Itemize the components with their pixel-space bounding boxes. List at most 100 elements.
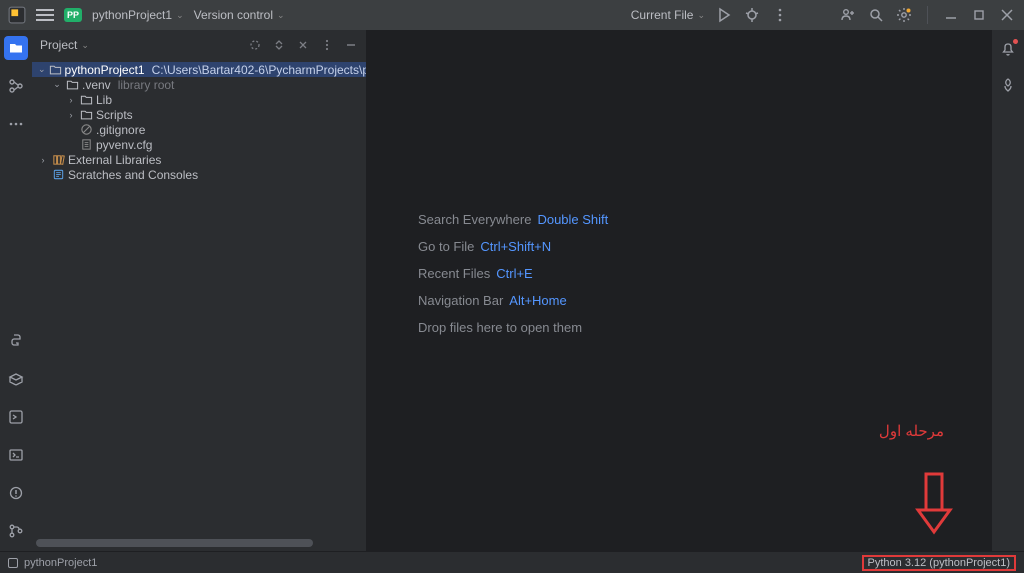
statusbar-project-label[interactable]: pythonProject1 xyxy=(24,557,97,569)
run-config-dropdown[interactable]: Current File ⌄ xyxy=(631,8,705,22)
notification-dot-icon xyxy=(1013,39,1018,44)
welcome-hint-row: Drop files here to open them xyxy=(418,314,608,341)
tree-item[interactable]: .gitignore xyxy=(32,122,366,137)
project-panel-title-label: Project xyxy=(40,38,77,52)
scratch-icon xyxy=(51,168,65,181)
notifications-button[interactable] xyxy=(997,38,1019,60)
right-tool-rail xyxy=(992,30,1024,551)
tree-item[interactable]: Scratches and Consoles xyxy=(32,167,366,182)
annotation-text: مرحله اول xyxy=(879,422,944,440)
project-tool-button[interactable] xyxy=(4,36,28,60)
file-ignore-icon xyxy=(79,123,93,136)
more-tools-button[interactable] xyxy=(4,112,28,136)
terminal-button[interactable] xyxy=(4,443,28,467)
file-lines-icon xyxy=(79,138,93,151)
titlebar: PP pythonProject1 ⌄ Version control ⌄ Cu… xyxy=(0,0,1024,30)
shortcut-label: Ctrl+E xyxy=(496,260,532,287)
code-with-me-button[interactable] xyxy=(839,6,857,24)
minimize-window-button[interactable] xyxy=(942,6,960,24)
version-control-dropdown[interactable]: Version control ⌄ xyxy=(194,8,285,22)
interpreter-label: Python 3.12 (pythonProject1) xyxy=(868,557,1010,569)
run-config-label: Current File xyxy=(631,8,694,22)
chevron-down-icon: ⌄ xyxy=(277,10,285,21)
services-button[interactable] xyxy=(4,405,28,429)
structure-tool-button[interactable] xyxy=(4,74,28,98)
tree-item-label: .venv xyxy=(82,78,111,92)
welcome-hint-label: Recent Files xyxy=(418,260,490,287)
project-badge-icon: PP xyxy=(64,8,82,22)
main-menu-button[interactable] xyxy=(36,6,54,24)
tree-item[interactable]: ⌄.venvlibrary root xyxy=(32,77,366,92)
tool-windows-quick-access-button[interactable] xyxy=(8,558,18,568)
folder-icon xyxy=(65,78,79,91)
panel-options-button[interactable] xyxy=(320,38,334,52)
expand-arrow-icon[interactable]: › xyxy=(66,110,76,120)
welcome-hint-label: Navigation Bar xyxy=(418,287,503,314)
folder-icon xyxy=(49,63,62,76)
debug-button[interactable] xyxy=(743,6,761,24)
python-console-button[interactable] xyxy=(4,329,28,353)
restore-window-button[interactable] xyxy=(970,6,988,24)
problems-button[interactable] xyxy=(4,481,28,505)
tree-item-label: External Libraries xyxy=(68,153,161,167)
tree-item-label: .gitignore xyxy=(96,123,145,137)
chevron-down-icon: ⌄ xyxy=(697,10,705,21)
statusbar: pythonProject1 Python 3.12 (pythonProjec… xyxy=(0,551,1024,573)
welcome-hint-label: Search Everywhere xyxy=(418,206,531,233)
tree-item-label: Lib xyxy=(96,93,112,107)
search-everywhere-button[interactable] xyxy=(867,6,885,24)
horizontal-scrollbar[interactable] xyxy=(36,539,362,547)
welcome-hint-row: Recent Files Ctrl+E xyxy=(418,260,608,287)
shortcut-label: Ctrl+Shift+N xyxy=(480,233,551,260)
ai-assistant-button[interactable] xyxy=(997,74,1019,96)
tree-item[interactable]: ⌄ pythonProject1 C:\Users\Bartar402-6\Pych… xyxy=(32,62,366,77)
annotation-arrow-icon xyxy=(912,470,956,543)
welcome-hint-row: Search Everywhere Double Shift xyxy=(418,206,608,233)
expand-arrow-icon[interactable]: ⌄ xyxy=(52,79,62,90)
chevron-down-icon: ⌄ xyxy=(81,40,89,51)
project-panel-header: Project ⌄ xyxy=(32,30,366,60)
welcome-hint-row: Go to File Ctrl+Shift+N xyxy=(418,233,608,260)
tree-item-label: Scratches and Consoles xyxy=(68,168,198,182)
more-actions-button[interactable] xyxy=(771,6,789,24)
project-tree[interactable]: ⌄pythonProject1C:\Users\Bartar402-6\Pych… xyxy=(32,60,366,539)
collapse-all-button[interactable] xyxy=(296,38,310,52)
welcome-hint-label: Drop files here to open them xyxy=(418,314,582,341)
expand-arrow-icon[interactable]: ⌄ xyxy=(38,64,46,75)
python-packages-button[interactable] xyxy=(4,367,28,391)
version-control-button[interactable] xyxy=(4,519,28,543)
scrollbar-thumb[interactable] xyxy=(36,539,313,547)
project-name-label: pythonProject1 xyxy=(92,8,172,22)
tree-item-hint: C:\Users\Bartar402-6\PycharmProjects\pyt… xyxy=(152,63,366,77)
settings-button[interactable] xyxy=(895,6,913,24)
shortcut-label: Double Shift xyxy=(537,206,608,233)
tree-item[interactable]: pyvenv.cfg xyxy=(32,137,366,152)
tree-item-label: pyvenv.cfg xyxy=(96,138,152,152)
tree-item-label: pythonProject1 xyxy=(65,63,145,77)
welcome-hint-row: Navigation Bar Alt+Home xyxy=(418,287,608,314)
select-opened-file-button[interactable] xyxy=(248,38,262,52)
project-panel-title-dropdown[interactable]: Project ⌄ xyxy=(40,38,89,52)
expand-arrow-icon[interactable]: › xyxy=(38,155,48,165)
folder-icon xyxy=(79,108,93,121)
separator xyxy=(927,6,928,24)
lib-icon xyxy=(51,153,65,166)
version-control-label: Version control xyxy=(194,8,273,22)
run-button[interactable] xyxy=(715,6,733,24)
chevron-down-icon: ⌄ xyxy=(176,10,184,21)
tree-item[interactable]: › Scripts xyxy=(32,107,366,122)
folder-icon xyxy=(79,93,93,106)
app-logo-icon xyxy=(8,6,26,24)
close-window-button[interactable] xyxy=(998,6,1016,24)
hide-panel-button[interactable] xyxy=(344,38,358,52)
project-name-dropdown[interactable]: pythonProject1 ⌄ xyxy=(92,8,184,22)
shortcut-label: Alt+Home xyxy=(509,287,566,314)
expand-arrow-icon[interactable]: › xyxy=(66,95,76,105)
tree-item[interactable]: › External Libraries xyxy=(32,152,366,167)
editor-area[interactable]: Search Everywhere Double ShiftGo to File… xyxy=(367,30,992,551)
welcome-hints: Search Everywhere Double ShiftGo to File… xyxy=(418,206,608,341)
tree-item-label: Scripts xyxy=(96,108,133,122)
tree-item[interactable]: › Lib xyxy=(32,92,366,107)
expand-all-button[interactable] xyxy=(272,38,286,52)
interpreter-selector[interactable]: Python 3.12 (pythonProject1) xyxy=(862,555,1016,571)
